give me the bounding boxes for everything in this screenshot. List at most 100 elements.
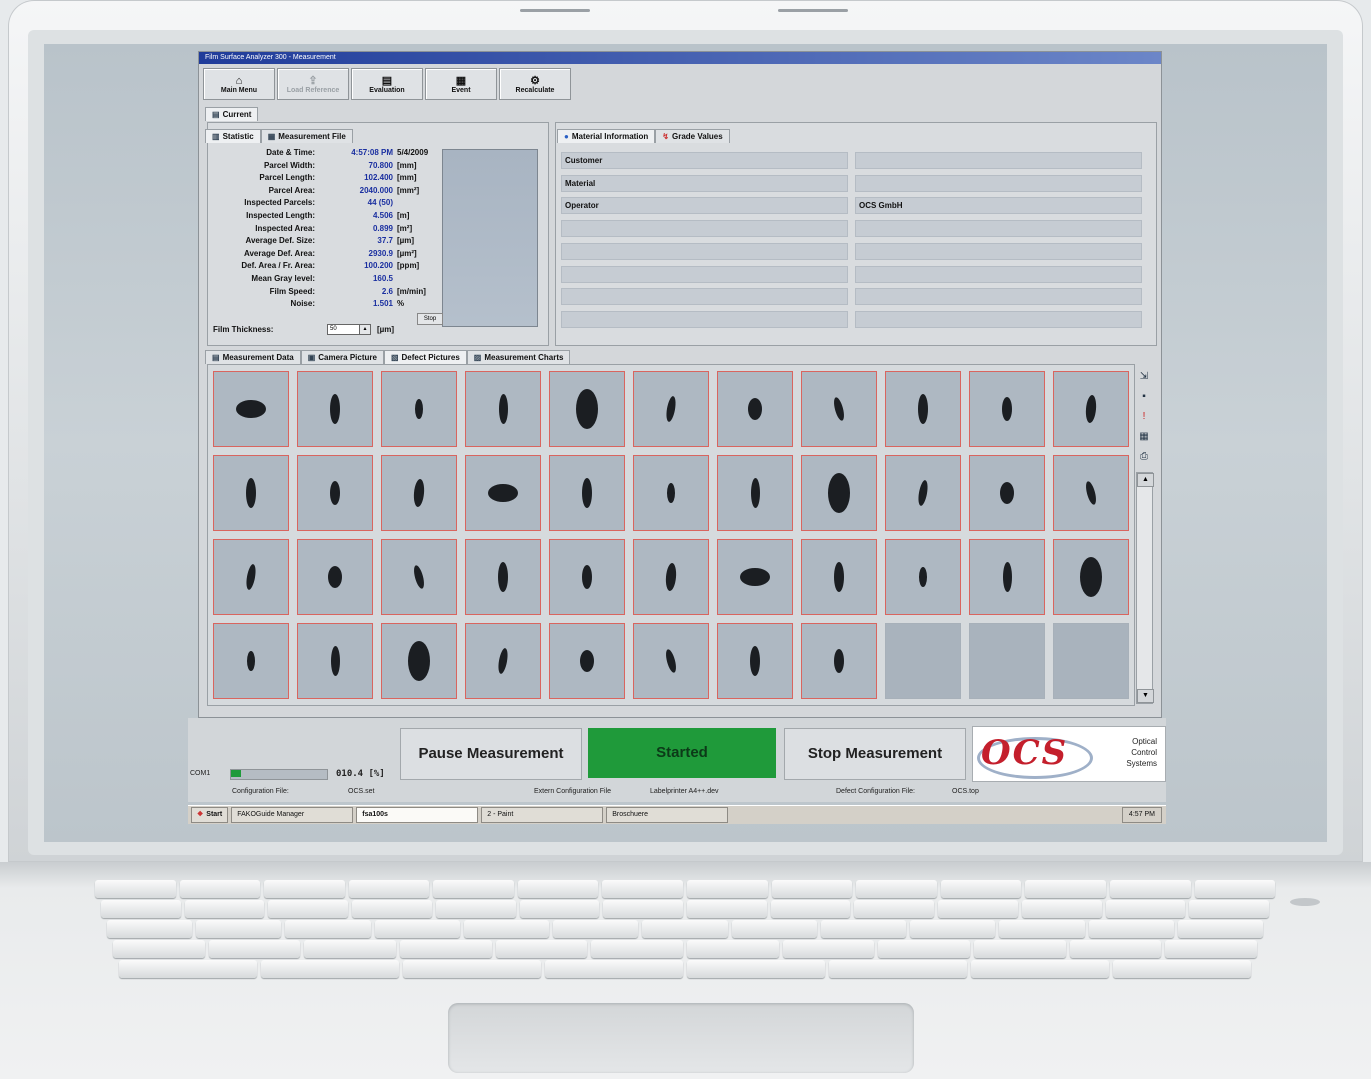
tab-measurement-charts[interactable]: ▨ Measurement Charts bbox=[466, 350, 571, 364]
defect-thumbnail[interactable] bbox=[549, 371, 625, 447]
toolbar: ⌂ Main Menu ⇪ Load Reference ▤ Evaluation ▦ Eve… bbox=[199, 64, 1161, 102]
grid-scrollbar[interactable]: ▲ ▼ bbox=[1136, 472, 1154, 704]
defect-thumbnail[interactable] bbox=[213, 455, 289, 531]
defect-thumbnail[interactable] bbox=[717, 623, 793, 699]
defect-thumbnail[interactable] bbox=[1053, 455, 1129, 531]
key bbox=[95, 880, 176, 898]
defect-thumbnail[interactable] bbox=[213, 371, 289, 447]
defect-thumbnail[interactable] bbox=[633, 455, 709, 531]
defect-thumbnail[interactable] bbox=[969, 539, 1045, 615]
tab-material-information[interactable]: ● Material Information bbox=[557, 129, 656, 143]
info-value-cell[interactable] bbox=[855, 242, 1142, 260]
defect-shape bbox=[748, 398, 762, 420]
tab-defect-pictures[interactable]: ▧ Defect Pictures bbox=[383, 350, 467, 364]
taskbar-item[interactable]: FAKOGuide Manager bbox=[231, 807, 354, 823]
defect-config-label: Defect Configuration File: bbox=[836, 788, 915, 795]
defect-thumbnail[interactable] bbox=[1053, 539, 1129, 615]
toolbar-button-2[interactable]: ▤ Evaluation bbox=[351, 68, 423, 100]
defect-thumbnail[interactable] bbox=[381, 623, 457, 699]
defect-thumbnail[interactable] bbox=[885, 455, 961, 531]
defect-thumbnail[interactable] bbox=[549, 539, 625, 615]
tab-measurement-data[interactable]: ▤ Measurement Data bbox=[205, 350, 301, 364]
tab-measurement-file[interactable]: ▦ Measurement File bbox=[260, 129, 353, 143]
alert-icon[interactable]: ! bbox=[1137, 410, 1151, 424]
taskbar-item[interactable]: fsa100s bbox=[356, 807, 479, 823]
toolbar-button-0[interactable]: ⌂ Main Menu bbox=[203, 68, 275, 100]
defect-thumbnail[interactable] bbox=[633, 539, 709, 615]
film-thickness-unit: [µm] bbox=[377, 325, 395, 334]
chart-icon[interactable]: ▦ bbox=[1137, 430, 1151, 444]
evaluation-icon: ▤ bbox=[381, 74, 393, 87]
defect-thumbnail[interactable] bbox=[297, 455, 373, 531]
film-thickness-input[interactable]: 50 bbox=[327, 324, 361, 335]
toolbar-button-1[interactable]: ⇪ Load Reference bbox=[277, 68, 349, 100]
taskbar-item[interactable]: 2 - Paint bbox=[481, 807, 604, 823]
defect-thumbnail[interactable] bbox=[465, 623, 541, 699]
defect-thumbnail[interactable] bbox=[381, 371, 457, 447]
taskbar-item[interactable]: Broschuere bbox=[606, 807, 729, 823]
defect-thumbnail[interactable] bbox=[717, 455, 793, 531]
tab-current[interactable]: ▤ Current bbox=[205, 107, 259, 121]
defect-thumbnail[interactable] bbox=[213, 623, 289, 699]
defect-thumbnail[interactable] bbox=[885, 539, 961, 615]
info-value-cell[interactable] bbox=[855, 265, 1142, 283]
film-thickness-spinner[interactable]: ▴ bbox=[359, 324, 371, 335]
scroll-down-arrow[interactable]: ▼ bbox=[1137, 689, 1154, 703]
taskbar-items: FAKOGuide Manager fsa100s 2 - Paint Broschu… bbox=[228, 807, 729, 823]
print-icon[interactable]: ⎙ bbox=[1137, 450, 1151, 464]
tab-statistic[interactable]: ▥ Statistic bbox=[205, 129, 261, 143]
defect-thumbnail[interactable] bbox=[633, 623, 709, 699]
statistic-value: 100.200 bbox=[364, 261, 393, 271]
keyboard-row bbox=[119, 960, 1251, 978]
defect-thumbnail[interactable] bbox=[801, 455, 877, 531]
key bbox=[878, 940, 971, 958]
defect-thumbnail[interactable] bbox=[549, 623, 625, 699]
scroll-up-arrow[interactable]: ▲ bbox=[1137, 473, 1154, 487]
taskbar-item-label: Broschuere bbox=[612, 811, 649, 818]
info-label-cell bbox=[561, 310, 848, 328]
info-value-cell[interactable] bbox=[855, 288, 1142, 306]
tab-grade-values[interactable]: ↯ Grade Values bbox=[655, 129, 730, 143]
export-icon[interactable]: ⇲ bbox=[1137, 370, 1151, 384]
defect-thumbnail[interactable] bbox=[297, 371, 373, 447]
started-status-button[interactable]: Started bbox=[588, 728, 776, 778]
info-value-cell[interactable] bbox=[855, 152, 1142, 169]
defect-thumbnail[interactable] bbox=[801, 539, 877, 615]
defect-thumbnail[interactable] bbox=[213, 539, 289, 615]
key bbox=[687, 940, 779, 958]
info-value-cell[interactable] bbox=[855, 174, 1142, 192]
save-icon[interactable]: ▪ bbox=[1137, 390, 1151, 404]
defect-thumbnail[interactable] bbox=[633, 371, 709, 447]
defect-thumbnail[interactable] bbox=[297, 539, 373, 615]
defect-thumbnail[interactable] bbox=[969, 371, 1045, 447]
defect-thumbnail[interactable] bbox=[801, 371, 877, 447]
empty-thumbnail bbox=[885, 623, 961, 699]
info-value-cell[interactable]: OCS GmbH bbox=[855, 197, 1142, 215]
defect-thumbnail[interactable] bbox=[801, 623, 877, 699]
stop-measurement-button[interactable]: Stop Measurement bbox=[784, 728, 966, 780]
defect-thumbnail[interactable] bbox=[465, 539, 541, 615]
pause-measurement-button[interactable]: Pause Measurement bbox=[400, 728, 582, 780]
defect-thumbnail[interactable] bbox=[885, 371, 961, 447]
app-window: Film Surface Analyzer 300 - Measurement … bbox=[198, 51, 1162, 718]
defect-thumbnail[interactable] bbox=[297, 623, 373, 699]
defect-thumbnail[interactable] bbox=[969, 455, 1045, 531]
defect-thumbnail[interactable] bbox=[1053, 371, 1129, 447]
statistic-label: Date & Time: bbox=[266, 148, 315, 157]
defect-thumbnail[interactable] bbox=[465, 371, 541, 447]
info-value-cell[interactable] bbox=[855, 310, 1142, 328]
defect-thumbnail[interactable] bbox=[717, 539, 793, 615]
defect-thumbnail[interactable] bbox=[465, 455, 541, 531]
info-value-cell[interactable] bbox=[855, 220, 1142, 238]
toolbar-button-3[interactable]: ▦ Event bbox=[425, 68, 497, 100]
key bbox=[856, 880, 937, 898]
defect-thumbnail[interactable] bbox=[717, 371, 793, 447]
toolbar-button-4[interactable]: ⚙ Recalculate bbox=[499, 68, 571, 100]
key bbox=[433, 880, 514, 898]
defect-thumbnail[interactable] bbox=[549, 455, 625, 531]
defect-thumbnail[interactable] bbox=[381, 539, 457, 615]
stop-button[interactable]: Stop bbox=[417, 313, 443, 325]
start-button[interactable]: ❖ Start bbox=[191, 807, 229, 823]
tab-camera-picture[interactable]: ▣ Camera Picture bbox=[300, 350, 384, 364]
defect-thumbnail[interactable] bbox=[381, 455, 457, 531]
